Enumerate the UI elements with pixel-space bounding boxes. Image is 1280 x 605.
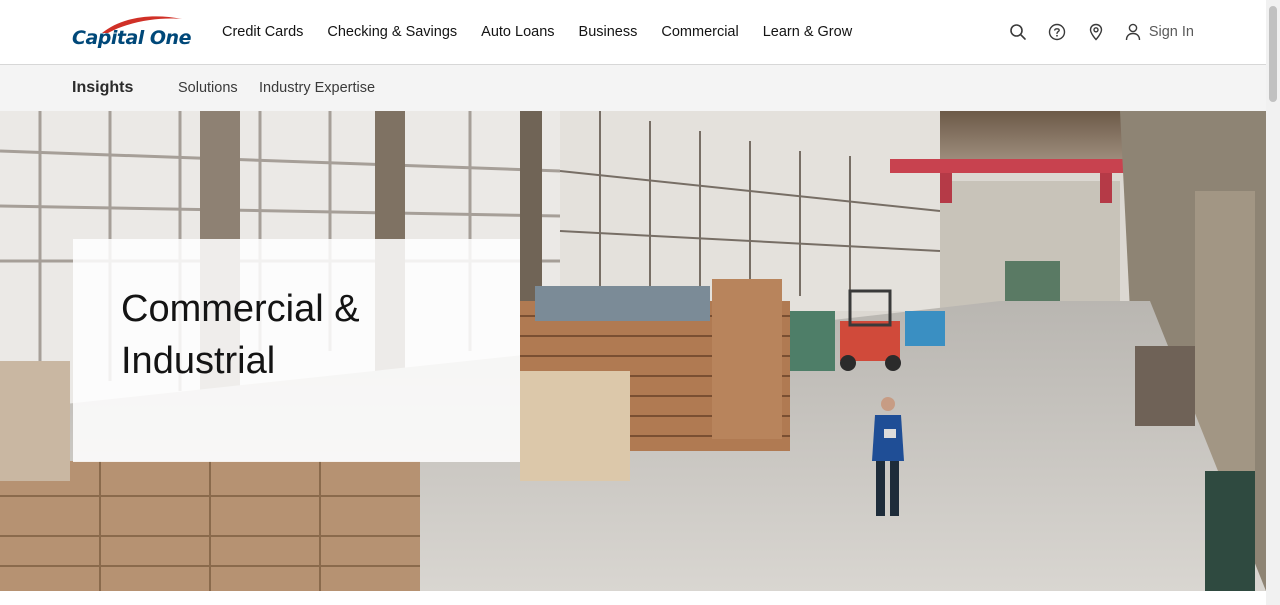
- hero-title: Commercial & Industrial: [121, 288, 360, 382]
- subnav-industry-expertise[interactable]: Industry Expertise: [259, 80, 375, 96]
- page-scrollbar[interactable]: [1266, 0, 1280, 605]
- help-icon[interactable]: [1047, 22, 1067, 42]
- sub-navigation: Insights Solutions Industry Expertise: [0, 65, 1266, 111]
- sign-in-button[interactable]: Sign In: [1125, 23, 1194, 41]
- user-icon: [1125, 23, 1141, 41]
- insights-link[interactable]: Insights: [72, 79, 133, 97]
- subnav-solutions[interactable]: Solutions: [178, 80, 238, 96]
- nav-credit-cards[interactable]: Credit Cards: [222, 24, 303, 40]
- hero-banner: Commercial & Industrial: [0, 111, 1266, 591]
- scrollbar-thumb[interactable]: [1269, 6, 1277, 102]
- sign-in-label: Sign In: [1148, 24, 1194, 40]
- nav-business[interactable]: Business: [579, 24, 638, 40]
- nav-auto-loans[interactable]: Auto Loans: [481, 24, 554, 40]
- nav-learn-grow[interactable]: Learn & Grow: [763, 24, 852, 40]
- logo-text: Capital One: [72, 27, 191, 49]
- nav-commercial[interactable]: Commercial: [661, 24, 738, 40]
- location-pin-icon[interactable]: [1086, 22, 1106, 42]
- hero-card: Commercial & Industrial: [73, 239, 520, 462]
- top-navigation: Capital One Credit Cards Checking & Savi…: [0, 0, 1266, 65]
- capital-one-logo[interactable]: Capital One: [72, 13, 191, 53]
- utility-nav: Sign In: [989, 22, 1194, 42]
- nav-checking-savings[interactable]: Checking & Savings: [327, 24, 457, 40]
- search-icon[interactable]: [1008, 22, 1028, 42]
- main-nav: Credit Cards Checking & Savings Auto Loa…: [222, 24, 876, 40]
